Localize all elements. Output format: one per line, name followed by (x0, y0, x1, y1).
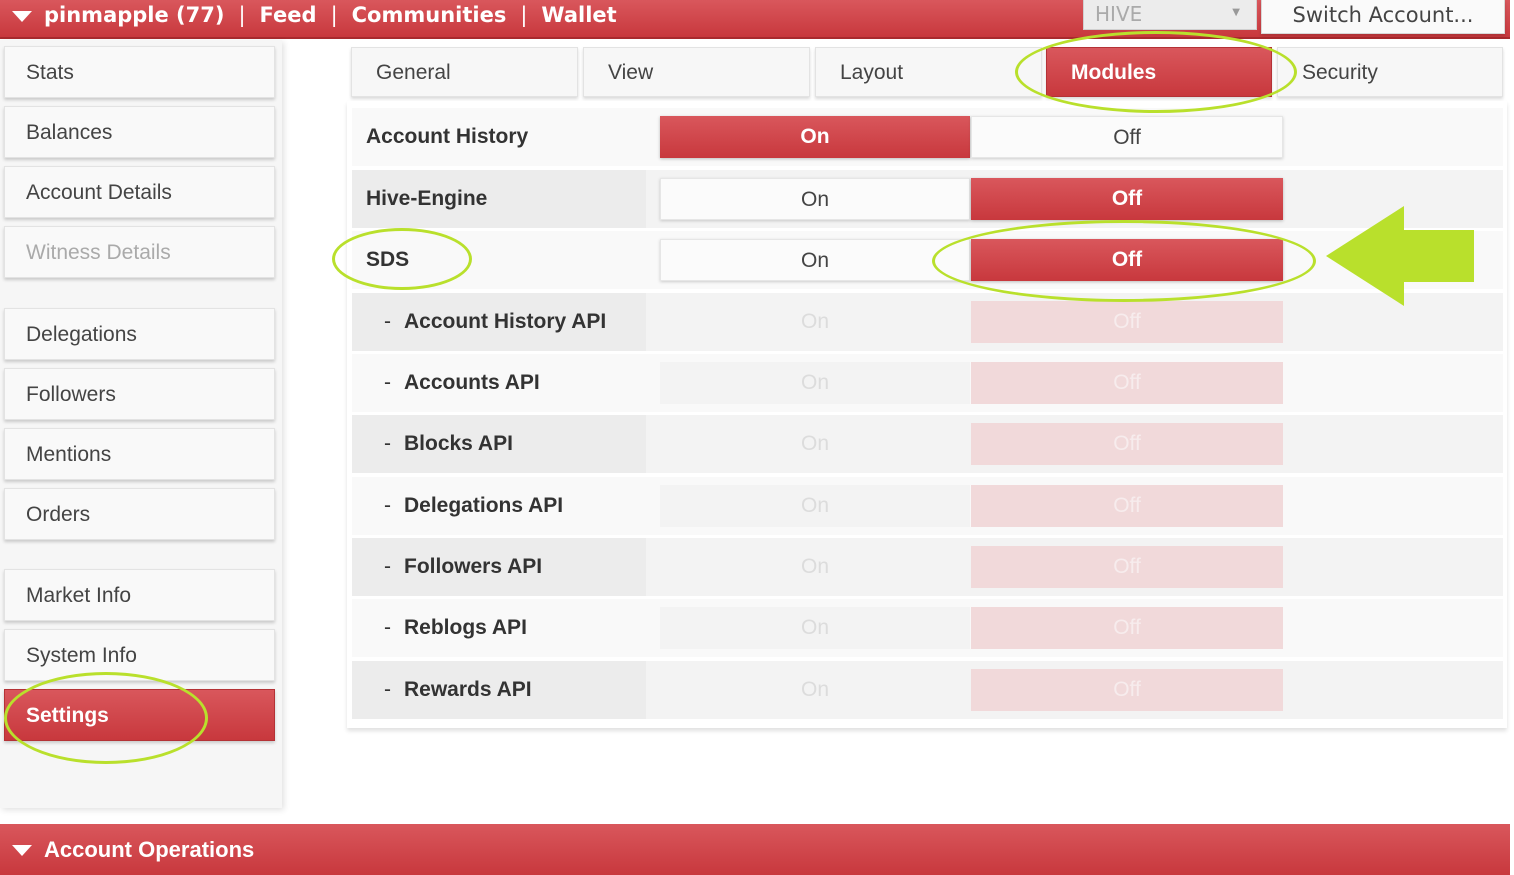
caret-down-icon: ▼ (1232, 7, 1240, 18)
toggle-off-reblogs-api: Off (971, 607, 1283, 649)
tab-general[interactable]: General (351, 47, 578, 97)
toggle-off-accounts-api: Off (971, 362, 1283, 404)
chain-select[interactable]: HIVE ▼ (1083, 0, 1257, 30)
module-label-text: Rewards API (404, 678, 532, 701)
nav-communities[interactable]: Communities (352, 3, 507, 27)
module-label-text: Delegations API (404, 494, 564, 517)
tab-layout[interactable]: Layout (815, 47, 1042, 97)
toggle-on-sds[interactable]: On (660, 239, 970, 281)
nav-separator: | (330, 3, 338, 27)
module-label-delegations-api: - Delegations API (352, 477, 644, 535)
module-label-blocks-api: - Blocks API (352, 415, 644, 473)
toggle-on-account-history[interactable]: On (660, 116, 970, 158)
chevron-down-icon[interactable] (12, 10, 32, 22)
toggle-off-hive-engine[interactable]: Off (971, 178, 1283, 220)
arrow-left-icon (1326, 206, 1474, 306)
sub-item-dash: - (384, 371, 391, 394)
toggle-on-blocks-api: On (660, 423, 970, 465)
module-label-account-history: Account History (352, 108, 644, 166)
account-operations-bar[interactable]: Account Operations (0, 824, 1510, 875)
toggle-off-account-history-api: Off (971, 301, 1283, 343)
module-label-text: Followers API (404, 555, 543, 578)
sub-item-dash: - (384, 432, 391, 455)
nav-separator: | (520, 3, 528, 27)
module-label-reblogs-api: - Reblogs API (352, 599, 644, 657)
chain-select-value: HIVE (1095, 2, 1143, 26)
module-label-text: SDS (366, 248, 410, 271)
sidebar-item-system-info[interactable]: System Info (4, 629, 275, 681)
toggle-off-account-history[interactable]: Off (971, 116, 1283, 158)
tab-view[interactable]: View (583, 47, 810, 97)
nav-separator: | (238, 3, 246, 27)
module-label-followers-api: - Followers API (352, 538, 644, 596)
module-label-text: Blocks API (404, 432, 513, 455)
tab-security[interactable]: Security (1277, 47, 1503, 97)
sub-item-dash: - (384, 555, 391, 578)
sub-item-dash: - (384, 494, 391, 517)
chevron-down-icon (12, 845, 32, 856)
sidebar-item-market-info[interactable]: Market Info (4, 569, 275, 621)
module-label-text: Account History (366, 125, 529, 148)
toggle-on-rewards-api: On (660, 669, 970, 711)
sub-item-dash: - (384, 310, 391, 333)
toggle-off-blocks-api: Off (971, 423, 1283, 465)
tab-modules[interactable]: Modules (1046, 47, 1272, 97)
toggle-on-hive-engine[interactable]: On (660, 178, 970, 220)
module-label-sds: SDS (352, 231, 644, 289)
nav-feed[interactable]: Feed (260, 3, 317, 27)
toggle-off-rewards-api: Off (971, 669, 1283, 711)
top-nav: pinmapple (77) | Feed | Communities | Wa… (12, 0, 617, 30)
toggle-off-delegations-api: Off (971, 485, 1283, 527)
toggle-on-account-history-api: On (660, 301, 970, 343)
sidebar-item-delegations[interactable]: Delegations (4, 308, 275, 360)
sub-item-dash: - (384, 616, 391, 639)
module-label-text: Hive-Engine (366, 187, 488, 210)
account-menu[interactable]: pinmapple (77) (44, 3, 224, 27)
toggle-off-followers-api: Off (971, 546, 1283, 588)
toggle-on-reblogs-api: On (660, 607, 970, 649)
top-nav-bar: pinmapple (77) | Feed | Communities | Wa… (0, 0, 1510, 39)
module-label-rewards-api: - Rewards API (352, 661, 644, 719)
sidebar-item-balances[interactable]: Balances (4, 106, 275, 158)
sidebar-item-orders[interactable]: Orders (4, 488, 275, 540)
module-label-text: Accounts API (404, 371, 540, 394)
account-operations-label: Account Operations (44, 836, 255, 862)
sub-item-dash: - (384, 678, 391, 701)
toggle-on-delegations-api: On (660, 485, 970, 527)
module-label-account-history-api: - Account History API (352, 293, 644, 351)
sidebar-item-account-details[interactable]: Account Details (4, 166, 275, 218)
module-label-accounts-api: - Accounts API (352, 354, 644, 412)
module-label-text: Account History API (404, 310, 607, 333)
sidebar-item-settings[interactable]: Settings (4, 689, 275, 741)
sidebar-item-mentions[interactable]: Mentions (4, 428, 275, 480)
toggle-on-followers-api: On (660, 546, 970, 588)
switch-account-button[interactable]: Switch Account... (1261, 0, 1505, 34)
sidebar-item-witness-details: Witness Details (4, 226, 275, 278)
toggle-off-sds[interactable]: Off (971, 239, 1283, 281)
toggle-on-accounts-api: On (660, 362, 970, 404)
sidebar: Stats Balances Account Details Witness D… (0, 40, 282, 808)
module-label-text: Reblogs API (404, 616, 527, 639)
sidebar-item-stats[interactable]: Stats (4, 46, 275, 98)
module-label-hive-engine: Hive-Engine (352, 170, 644, 228)
nav-wallet[interactable]: Wallet (541, 3, 616, 27)
sidebar-item-followers[interactable]: Followers (4, 368, 275, 420)
